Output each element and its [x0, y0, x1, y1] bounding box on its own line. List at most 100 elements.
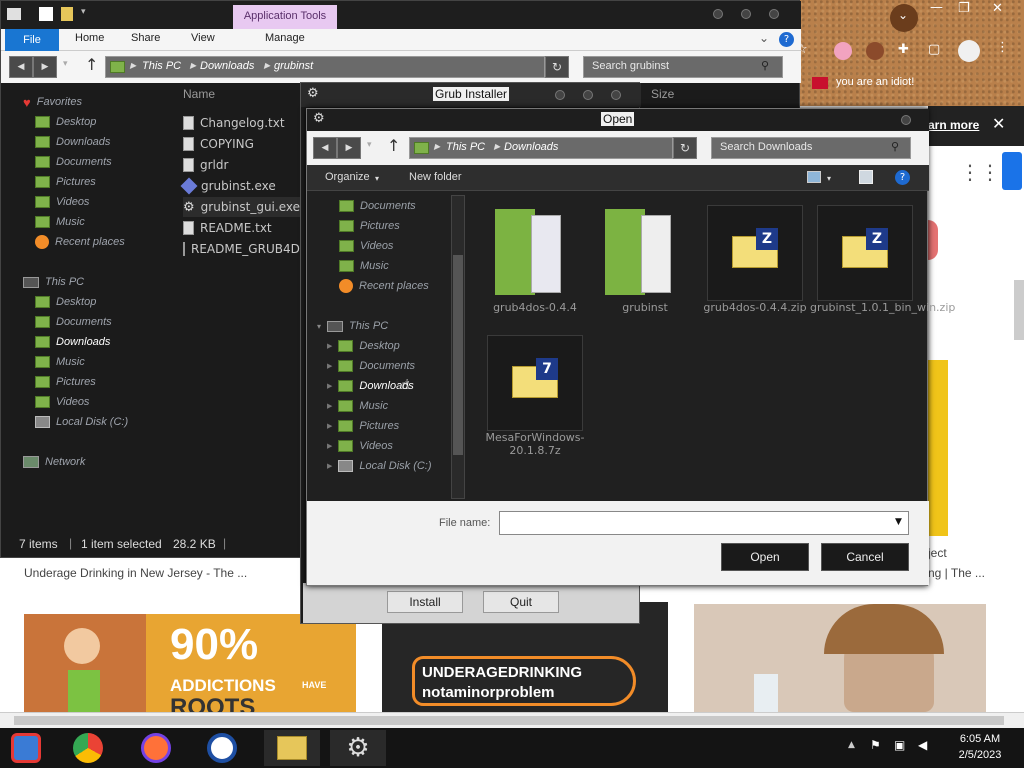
- sidebar-item-recent-places[interactable]: Recent places: [35, 233, 185, 251]
- back-button[interactable]: ◀: [313, 137, 337, 159]
- breadcrumb-downloads[interactable]: Downloads: [200, 60, 254, 72]
- breadcrumb-this-pc[interactable]: This PC: [446, 141, 485, 153]
- close-banner-icon[interactable]: ✕: [992, 114, 1005, 133]
- close-button[interactable]: [901, 115, 911, 125]
- nav-item-pictures[interactable]: Pictures: [339, 217, 400, 235]
- file-row[interactable]: grubinst.exe: [180, 176, 301, 196]
- refresh-icon[interactable]: ↻: [673, 137, 697, 159]
- chevron-right-icon[interactable]: ▶: [327, 362, 332, 370]
- nav-item-recent-places[interactable]: Recent places: [339, 277, 429, 295]
- nav-pc-music[interactable]: ▶ Music: [327, 397, 388, 415]
- sidebar-item-music[interactable]: Music: [35, 213, 185, 231]
- install-button[interactable]: Install: [387, 591, 463, 613]
- page-scrollbar-thumb[interactable]: [1014, 280, 1024, 340]
- up-arrow-icon[interactable]: ↑: [387, 136, 400, 155]
- horizontal-scrollbar[interactable]: [0, 712, 1024, 728]
- nav-item-music[interactable]: Music: [339, 257, 389, 275]
- minimize-button[interactable]: [713, 9, 723, 19]
- tab-manage[interactable]: Manage: [265, 32, 305, 44]
- more-menu-icon[interactable]: ⋮: [996, 40, 1009, 55]
- help-icon[interactable]: ?: [895, 170, 910, 185]
- dialog-address-bar[interactable]: ▶ This PC ▶ Downloads: [409, 137, 673, 159]
- chevron-right-icon[interactable]: ▶: [327, 422, 332, 430]
- dialog-search-input[interactable]: Search Downloads: [711, 137, 911, 159]
- breadcrumb-downloads[interactable]: Downloads: [504, 141, 558, 153]
- close-browser-icon[interactable]: ✕: [992, 1, 1003, 16]
- nav-scrollbar-thumb[interactable]: [453, 255, 463, 455]
- sidebar-item-desktop[interactable]: Desktop: [35, 113, 185, 131]
- open-button[interactable]: Open: [721, 543, 809, 571]
- grub-installer-taskbar-button[interactable]: ⚙: [330, 730, 386, 766]
- file-name-input[interactable]: [499, 511, 909, 535]
- chrome-taskbar-button[interactable]: [64, 730, 112, 766]
- maximize-button[interactable]: [741, 9, 751, 19]
- breadcrumb-this-pc[interactable]: This PC: [142, 60, 181, 72]
- search-input[interactable]: Search grubinst: [583, 56, 783, 78]
- sidebar-pc-pictures[interactable]: Pictures: [35, 373, 185, 391]
- nav-pc-pictures[interactable]: ▶ Pictures: [327, 417, 399, 435]
- tray-expand-icon[interactable]: ▲: [848, 740, 855, 750]
- sidebar-pc-local-disk[interactable]: Local Disk (C:): [35, 413, 185, 431]
- headache-woman-thumbnail[interactable]: [694, 604, 986, 712]
- scrollbar-thumb[interactable]: [14, 716, 1004, 725]
- preview-pane-icon[interactable]: [859, 170, 873, 184]
- view-dropdown-icon[interactable]: ▾: [827, 174, 831, 183]
- extension-avatar-icon[interactable]: [866, 42, 884, 60]
- file-row[interactable]: Changelog.txt: [183, 113, 301, 133]
- item-grubinst-folder[interactable]: [597, 205, 693, 301]
- organize-button[interactable]: Organize: [325, 171, 370, 183]
- close-button[interactable]: [611, 90, 621, 100]
- help-icon[interactable]: ?: [779, 32, 794, 47]
- minimize-icon[interactable]: —: [930, 0, 943, 15]
- chevron-right-icon[interactable]: ▶: [327, 442, 332, 450]
- item-grubinst-zip[interactable]: Z: [817, 205, 913, 301]
- qat-dropdown-icon[interactable]: ▾: [81, 7, 86, 17]
- search-icon[interactable]: ⚲: [761, 59, 769, 72]
- quit-button[interactable]: Quit: [483, 591, 559, 613]
- nav-pc-videos[interactable]: ▶ Videos: [327, 437, 393, 455]
- campaign-app-taskbar-button[interactable]: [198, 730, 246, 766]
- back-button[interactable]: ◀: [9, 56, 33, 78]
- network-icon[interactable]: ▣: [894, 738, 905, 752]
- up-arrow-icon[interactable]: ↑: [85, 55, 98, 74]
- browser-profile-button[interactable]: ⌄: [890, 4, 918, 32]
- chevron-right-icon[interactable]: ▶: [327, 402, 332, 410]
- file-row[interactable]: README.txt: [183, 218, 301, 238]
- article-caption-left[interactable]: Underage Drinking in New Jersey - The ..…: [24, 566, 247, 580]
- tab-share[interactable]: Share: [131, 32, 160, 44]
- sidebar-pc-videos[interactable]: Videos: [35, 393, 185, 411]
- refresh-icon[interactable]: ↻: [545, 56, 569, 78]
- forward-button[interactable]: ▶: [337, 137, 361, 159]
- addictions-thumbnail[interactable]: 90% ADDICTIONS HAVE ROOTS: [24, 614, 356, 712]
- column-header-size[interactable]: Size: [651, 87, 674, 101]
- breadcrumb-grubinst[interactable]: grubinst: [274, 60, 313, 72]
- cancel-button[interactable]: Cancel: [821, 543, 909, 571]
- chevron-right-icon[interactable]: ▶: [327, 462, 332, 470]
- learn-more-link[interactable]: arn more: [928, 118, 979, 132]
- organize-dropdown-icon[interactable]: ▾: [375, 174, 379, 183]
- sidebar-pc-desktop[interactable]: Desktop: [35, 293, 185, 311]
- minimize-button[interactable]: [555, 90, 565, 100]
- file-explorer-taskbar-button[interactable]: [264, 730, 320, 766]
- side-panel-icon[interactable]: ▢: [928, 42, 940, 57]
- ribbon-expand-icon[interactable]: ⌄: [759, 31, 769, 45]
- extension-icon[interactable]: [834, 42, 852, 60]
- item-mesa-7z[interactable]: 7: [487, 335, 583, 431]
- chevron-right-icon[interactable]: ▶: [327, 342, 332, 350]
- quick-access-properties-icon[interactable]: [39, 7, 53, 21]
- close-button[interactable]: [769, 9, 779, 19]
- article-caption-right-1[interactable]: ject: [928, 546, 947, 560]
- sidebar-pc-documents[interactable]: Documents: [35, 313, 185, 331]
- sidebar-favorites[interactable]: ♥ Favorites: [23, 93, 153, 111]
- file-row[interactable]: COPYING: [183, 134, 301, 154]
- tab-home[interactable]: Home: [75, 32, 104, 44]
- tab-view[interactable]: View: [191, 32, 215, 44]
- file-name-dropdown-icon[interactable]: ▼: [895, 517, 902, 527]
- recent-dropdown-icon[interactable]: ▾: [63, 59, 68, 69]
- nav-item-documents[interactable]: Documents: [339, 197, 416, 215]
- start-button[interactable]: [2, 730, 50, 766]
- tab-file[interactable]: File: [5, 29, 59, 51]
- nav-pc-desktop[interactable]: ▶ Desktop: [327, 337, 400, 355]
- address-bar[interactable]: ▶ This PC ▶ Downloads ▶ grubinst: [105, 56, 545, 78]
- nav-item-this-pc[interactable]: ▾ This PC: [317, 317, 388, 335]
